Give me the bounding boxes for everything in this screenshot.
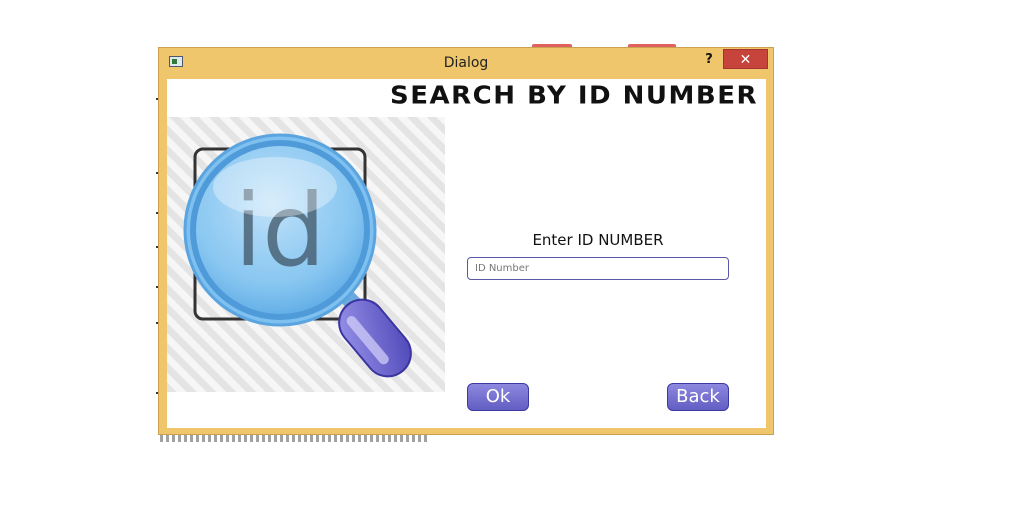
help-button[interactable]: ? — [699, 51, 719, 69]
back-button[interactable]: Back — [667, 383, 729, 411]
title-bar[interactable]: Dialog ? ✕ — [159, 48, 773, 78]
id-magnifier-image: id id — [167, 117, 445, 392]
id-number-input[interactable] — [467, 257, 729, 280]
page-title: SEARCH BY ID NUMBER — [390, 81, 758, 111]
dialog-content: SEARCH BY ID NUMBER id Enter ID NUMBER I… — [167, 79, 766, 428]
close-button[interactable]: ✕ — [723, 49, 768, 69]
search-dialog: Dialog ? ✕ SEARCH BY ID NUMBER id Enter … — [158, 47, 774, 435]
ok-button[interactable]: Ok — [467, 383, 529, 411]
id-number-label: Enter ID NUMBER — [532, 231, 664, 249]
magnifier-icon: id id — [183, 133, 412, 378]
window-title: Dialog — [443, 55, 489, 71]
